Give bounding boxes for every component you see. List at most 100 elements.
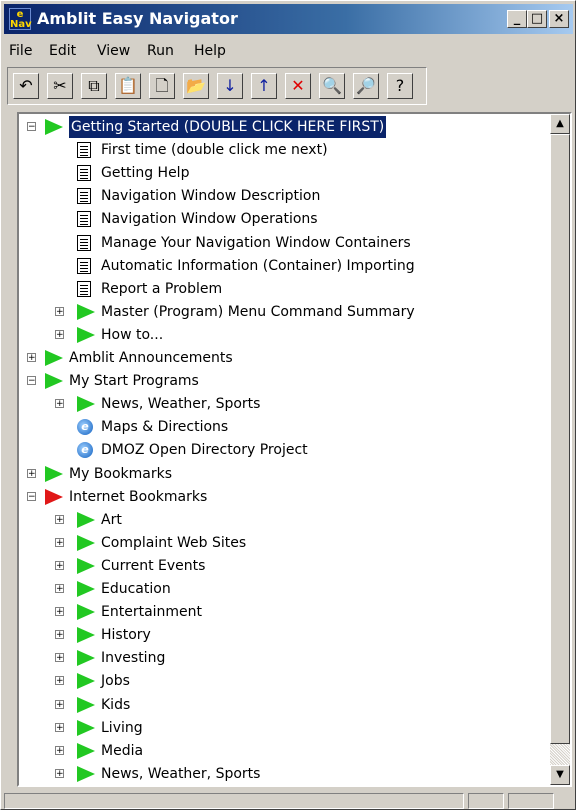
green-flag-icon xyxy=(77,511,95,528)
expand-icon[interactable]: + xyxy=(55,514,64,524)
expand-icon[interactable]: + xyxy=(55,722,64,732)
expand-icon[interactable]: + xyxy=(27,468,36,478)
green-flag-icon xyxy=(77,673,95,690)
expand-icon[interactable]: + xyxy=(55,745,64,755)
tree-node-label: News, Weather, Sports xyxy=(101,396,261,413)
main-window: e Nav Amblit Easy Navigator _ □ × File Ed… xyxy=(0,0,576,810)
navigation-tree[interactable]: ▲ ▼ − Getting Started (DOUBLE CLICK HERE … xyxy=(17,112,572,787)
minimize-button[interactable]: _ xyxy=(507,10,527,28)
find-icon: 🔍 xyxy=(322,76,342,95)
undo-icon: ↶ xyxy=(19,76,33,95)
menu-run[interactable]: Run xyxy=(147,43,174,59)
scroll-thumb[interactable] xyxy=(550,134,570,744)
tree-node-label: Getting Help xyxy=(101,165,190,182)
green-flag-icon xyxy=(77,604,95,621)
expand-icon[interactable]: + xyxy=(55,560,64,570)
expand-icon[interactable]: + xyxy=(55,653,64,663)
help-icon: ? xyxy=(395,76,405,95)
tree-node-label: Internet Bookmarks xyxy=(69,488,208,505)
menu-bar: File Edit View Run Help xyxy=(4,39,573,65)
toolbar: ↶ ✂ ⧉ 📋 🗋 📂 ↓ ↑ ✕ 🔍 🔎? xyxy=(7,67,427,105)
document-icon xyxy=(77,188,91,205)
tree-node-label: Complaint Web Sites xyxy=(101,534,247,551)
tree-node-label: Report a Problem xyxy=(101,280,223,297)
move-up-button[interactable]: ↑ xyxy=(251,73,277,99)
tree-node-label: DMOZ Open Directory Project xyxy=(101,442,308,459)
new-icon: 🗋 xyxy=(155,76,169,95)
paste-icon: 📋 xyxy=(118,76,138,95)
vertical-scrollbar[interactable]: ▲ ▼ xyxy=(550,114,570,785)
move-up-icon: ↑ xyxy=(257,76,271,95)
document-icon xyxy=(77,280,91,297)
tree-node-label: Getting Started (DOUBLE CLICK HERE FIRST… xyxy=(67,115,388,139)
tree-node-label: Current Events xyxy=(101,557,206,574)
collapse-icon[interactable]: − xyxy=(27,122,36,132)
help-button[interactable]: ? xyxy=(387,73,413,99)
menu-edit[interactable]: Edit xyxy=(49,43,76,59)
move-down-button[interactable]: ↓ xyxy=(217,73,243,99)
status-pane-2 xyxy=(468,793,504,809)
copy-button[interactable]: ⧉ xyxy=(81,73,107,99)
close-button[interactable]: × xyxy=(549,10,569,28)
green-flag-icon xyxy=(77,534,95,551)
green-flag-icon xyxy=(77,696,95,713)
web-link-icon: e xyxy=(77,419,93,436)
expand-icon[interactable]: + xyxy=(55,676,64,686)
tree-node-label: News, Weather, Sports xyxy=(101,765,261,782)
maximize-button[interactable]: □ xyxy=(527,10,547,28)
tree-node-label: My Start Programs xyxy=(69,373,199,390)
expand-icon[interactable]: + xyxy=(55,699,64,709)
green-flag-icon xyxy=(77,650,95,667)
move-down-icon: ↓ xyxy=(223,76,237,95)
tree-node-label: History xyxy=(101,627,151,644)
open-folder-button[interactable]: 📂 xyxy=(183,73,209,99)
tree-node-label: Amblit Announcements xyxy=(69,350,233,366)
scroll-up-button[interactable]: ▲ xyxy=(550,114,570,134)
tree-node-label: My Bookmarks xyxy=(69,465,173,482)
delete-icon: ✕ xyxy=(291,76,305,95)
find-button[interactable]: 🔍 xyxy=(319,73,345,99)
tree-node-label: Manage Your Navigation Window Containers xyxy=(101,234,411,251)
cut-button[interactable]: ✂ xyxy=(47,73,73,99)
menu-help[interactable]: Help xyxy=(194,43,226,59)
collapse-icon[interactable]: − xyxy=(27,491,36,501)
collapse-icon[interactable]: − xyxy=(27,376,36,386)
expand-icon[interactable]: + xyxy=(27,353,36,363)
green-flag-icon xyxy=(77,326,95,343)
green-flag-icon xyxy=(45,373,63,390)
expand-icon[interactable]: + xyxy=(55,607,64,617)
green-flag-icon xyxy=(77,557,95,574)
tree-node-label: Navigation Window Description xyxy=(101,188,321,205)
document-icon xyxy=(77,234,91,251)
paste-button[interactable]: 📋 xyxy=(115,73,141,99)
status-pane-3 xyxy=(508,793,554,809)
expand-icon[interactable]: + xyxy=(55,584,64,594)
window-title: Amblit Easy Navigator xyxy=(37,9,238,28)
delete-button[interactable]: ✕ xyxy=(285,73,311,99)
scroll-down-button[interactable]: ▼ xyxy=(550,765,570,785)
red-flag-icon xyxy=(45,488,63,505)
find-next-button[interactable]: 🔎 xyxy=(353,73,379,99)
tree-node-label: Investing xyxy=(101,650,166,667)
web-link-icon: e xyxy=(77,442,93,459)
menu-file[interactable]: File xyxy=(9,43,32,59)
cut-icon: ✂ xyxy=(53,76,67,95)
menu-view[interactable]: View xyxy=(97,43,130,59)
green-flag-icon xyxy=(77,627,95,644)
undo-button[interactable]: ↶ xyxy=(13,73,39,99)
expand-icon[interactable]: + xyxy=(55,630,64,640)
new-button[interactable]: 🗋 xyxy=(149,73,175,99)
status-bar xyxy=(4,791,573,809)
expand-icon[interactable]: + xyxy=(55,399,64,409)
tree-node-label: How to... xyxy=(101,326,164,343)
green-flag-icon xyxy=(77,719,95,736)
expand-icon[interactable]: + xyxy=(55,329,64,339)
expand-icon[interactable]: + xyxy=(55,306,64,316)
tree-node-label: Navigation Window Operations xyxy=(101,211,318,228)
tree-node-label: Art xyxy=(101,511,122,528)
green-flag-icon xyxy=(45,350,63,366)
expand-icon[interactable]: + xyxy=(55,537,64,547)
expand-icon[interactable]: + xyxy=(55,768,64,778)
find-next-icon: 🔎 xyxy=(356,76,376,95)
title-bar[interactable]: e Nav Amblit Easy Navigator _ □ × xyxy=(4,4,573,34)
